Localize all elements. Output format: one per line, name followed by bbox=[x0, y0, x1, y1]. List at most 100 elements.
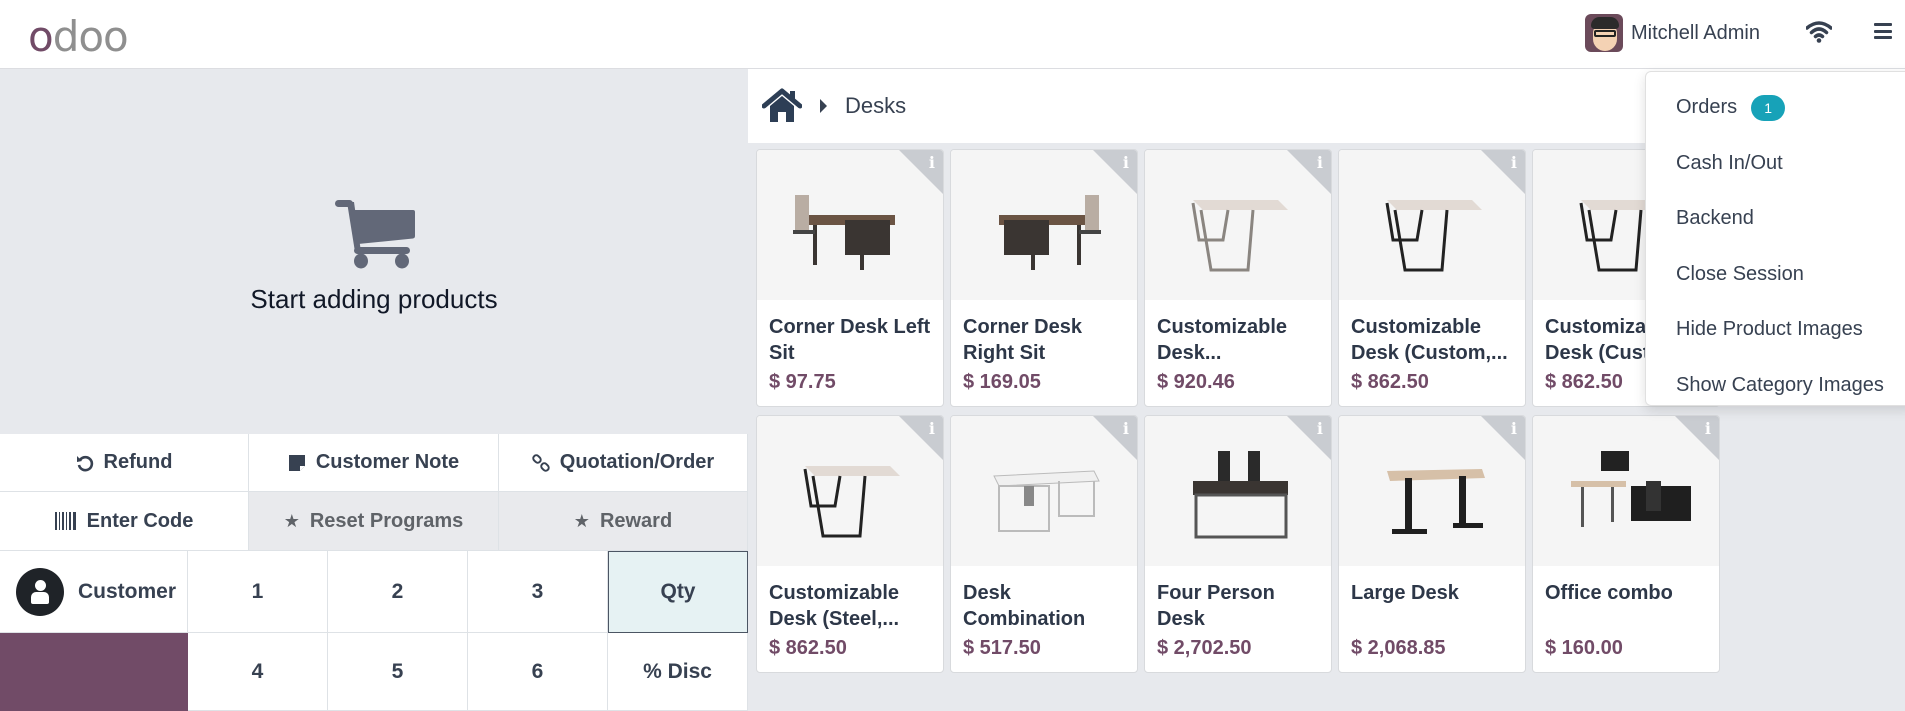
product-card[interactable]: i Customizable Desk (Steel,... $ 862.50 bbox=[756, 415, 944, 673]
info-icon: i bbox=[1510, 419, 1517, 438]
reward-button[interactable]: ★ Reward bbox=[499, 492, 748, 551]
product-name: Desk Combination bbox=[963, 582, 1086, 630]
product-info-button[interactable] bbox=[899, 150, 943, 194]
breadcrumb-desks[interactable]: Desks bbox=[845, 93, 906, 119]
shopping-cart-icon bbox=[335, 200, 415, 269]
product-info-button[interactable] bbox=[1093, 150, 1137, 194]
reset-programs-button[interactable]: ★ Reset Programs bbox=[249, 492, 499, 551]
logo-letter: o bbox=[28, 12, 54, 61]
top-bar: odoo Mitchell Admin bbox=[0, 0, 1905, 69]
user-menu[interactable]: Mitchell Admin bbox=[1585, 14, 1760, 52]
product-name: Corner Desk Right Sit bbox=[963, 316, 1082, 364]
info-icon: i bbox=[1122, 153, 1129, 172]
menu-item-cash-in-out[interactable]: Cash In/Out bbox=[1646, 136, 1905, 192]
info-icon: i bbox=[1510, 153, 1517, 172]
info-icon: i bbox=[928, 153, 935, 172]
hamburger-dropdown-menu: Orders 1 Cash In/Out Backend Close Sessi… bbox=[1645, 71, 1905, 406]
info-icon: i bbox=[1122, 419, 1129, 438]
product-image: i bbox=[1533, 416, 1719, 566]
product-card[interactable]: i Desk Combination $ 517.50 bbox=[950, 415, 1138, 673]
home-icon[interactable] bbox=[762, 88, 802, 124]
empty-order-message: Start adding products bbox=[250, 284, 498, 314]
orders-count-badge: 1 bbox=[1751, 94, 1786, 121]
product-name: Office combo bbox=[1545, 582, 1673, 604]
numpad-key-3[interactable]: 3 bbox=[468, 551, 608, 633]
product-info-button[interactable] bbox=[1481, 416, 1525, 460]
product-card[interactable]: i Customizable Desk (Custom,... $ 862.50 bbox=[1338, 149, 1526, 407]
product-card[interactable]: i Corner Desk Left Sit $ 97.75 bbox=[756, 149, 944, 407]
user-icon bbox=[16, 567, 64, 616]
product-price: $ 160.00 bbox=[1545, 637, 1623, 659]
discount-mode-button[interactable]: % Disc bbox=[608, 633, 748, 711]
customer-note-label: Customer Note bbox=[315, 451, 460, 473]
product-card[interactable]: i Four Person Desk $ 2,702.50 bbox=[1144, 415, 1332, 673]
menu-item-show-category-images[interactable]: Show Category Images bbox=[1646, 358, 1905, 414]
refund-button[interactable]: Refund bbox=[0, 434, 249, 492]
menu-item-hide-product-images[interactable]: Hide Product Images bbox=[1646, 302, 1905, 358]
product-info-button[interactable] bbox=[899, 416, 943, 460]
numpad: Customer 1 2 3 Qty 4 5 6 % Disc bbox=[0, 551, 748, 711]
hamburger-menu-icon[interactable] bbox=[1874, 23, 1892, 39]
product-price: $ 862.50 bbox=[1545, 371, 1623, 393]
product-price: $ 169.05 bbox=[963, 371, 1041, 393]
product-image: i bbox=[757, 150, 943, 300]
product-info-button[interactable] bbox=[1675, 416, 1719, 460]
customer-note-button[interactable]: Customer Note bbox=[249, 434, 499, 492]
product-price: $ 2,068.85 bbox=[1351, 637, 1446, 659]
enter-code-label: Enter Code bbox=[86, 509, 194, 532]
product-card[interactable]: i Office combo $ 160.00 bbox=[1532, 415, 1720, 673]
product-name: Customizable Desk (Custom,... bbox=[1351, 316, 1508, 364]
product-image: i bbox=[1339, 150, 1525, 300]
numpad-key-2[interactable]: 2 bbox=[328, 551, 468, 633]
product-image: i bbox=[757, 416, 943, 566]
product-price: $ 2,702.50 bbox=[1157, 637, 1252, 659]
numpad-key-6[interactable]: 6 bbox=[468, 633, 608, 711]
barcode-icon bbox=[54, 512, 77, 530]
product-card[interactable]: i Large Desk $ 2,068.85 bbox=[1338, 415, 1526, 673]
numpad-key-5[interactable]: 5 bbox=[328, 633, 468, 711]
reset-programs-label: Reset Programs bbox=[309, 509, 464, 532]
info-icon: i bbox=[928, 419, 935, 438]
product-card[interactable]: i Corner Desk Right Sit $ 169.05 bbox=[950, 149, 1138, 407]
product-image: i bbox=[951, 150, 1137, 300]
numpad-key-4[interactable]: 4 bbox=[188, 633, 328, 711]
product-info-button[interactable] bbox=[1481, 150, 1525, 194]
product-price: $ 517.50 bbox=[963, 637, 1041, 659]
product-info-button[interactable] bbox=[1287, 416, 1331, 460]
menu-item-close-session[interactable]: Close Session bbox=[1646, 247, 1905, 303]
info-icon: i bbox=[1316, 419, 1323, 438]
product-grid: i Corner Desk Left Sit $ 97.75 i Corner Desk… bbox=[756, 149, 1720, 673]
control-buttons-row-2: Enter Code ★ Reset Programs ★ Reward bbox=[0, 492, 748, 551]
product-info-button[interactable] bbox=[1287, 150, 1331, 194]
product-name: Four Person Desk bbox=[1157, 582, 1275, 630]
empty-order: Start adding products bbox=[0, 69, 748, 434]
quotation-order-button[interactable]: Quotation/Order bbox=[499, 434, 748, 492]
product-info-button[interactable] bbox=[1093, 416, 1137, 460]
product-image: i bbox=[1145, 150, 1331, 300]
product-image: i bbox=[1145, 416, 1331, 566]
product-name: Corner Desk Left Sit bbox=[769, 316, 931, 364]
enter-code-button[interactable]: Enter Code bbox=[0, 492, 249, 551]
payment-button[interactable] bbox=[0, 633, 188, 711]
numpad-key-1[interactable]: 1 bbox=[188, 551, 328, 633]
product-price: $ 97.75 bbox=[769, 371, 836, 393]
link-icon bbox=[532, 453, 550, 472]
product-image: i bbox=[1339, 416, 1525, 566]
star-icon: ★ bbox=[283, 510, 300, 531]
reward-label: Reward bbox=[599, 509, 673, 532]
product-name: Customizable Desk (Steel,... bbox=[769, 582, 900, 630]
wifi-icon[interactable] bbox=[1806, 20, 1832, 44]
product-image: i bbox=[951, 416, 1137, 566]
menu-item-backend[interactable]: Backend bbox=[1646, 191, 1905, 247]
product-card[interactable]: i Customizable Desk... $ 920.46 bbox=[1144, 149, 1332, 407]
product-price: $ 862.50 bbox=[769, 637, 847, 659]
menu-item-orders[interactable]: Orders 1 bbox=[1646, 80, 1905, 136]
product-name: Large Desk bbox=[1351, 582, 1459, 604]
note-icon bbox=[288, 454, 306, 472]
customer-button[interactable]: Customer bbox=[0, 551, 188, 633]
qty-mode-button[interactable]: Qty bbox=[608, 551, 748, 633]
user-name: Mitchell Admin bbox=[1631, 21, 1760, 44]
refund-label: Refund bbox=[103, 451, 173, 473]
star-icon: ★ bbox=[573, 510, 590, 531]
info-icon: i bbox=[1316, 153, 1323, 172]
